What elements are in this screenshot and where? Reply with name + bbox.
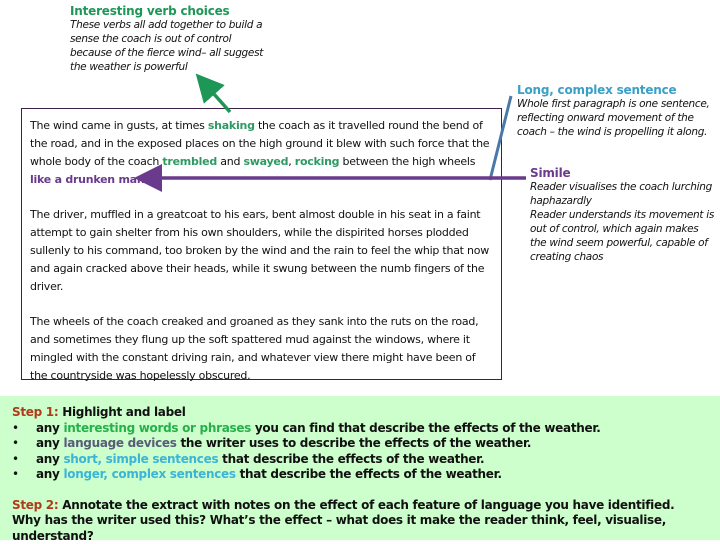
verb-arrow — [205, 84, 230, 112]
highlight-term: language devices — [63, 436, 176, 450]
highlight-term: interesting words or phrases — [63, 421, 251, 435]
text-run: any — [36, 436, 63, 450]
step-2-line-2: Why has the writer used this? What’s the… — [12, 513, 712, 544]
text-run: any — [36, 467, 63, 481]
text-run: you can find that describe the effects o… — [251, 421, 600, 435]
bullet-icon: • — [12, 452, 36, 468]
text-run: any — [36, 421, 63, 435]
text-run: the writer uses to describe the effects … — [177, 436, 532, 450]
bullet-icon: • — [12, 467, 36, 483]
text-run: Annotate the extract with notes on the e… — [58, 498, 674, 512]
step-1-item: • any language devices the writer uses t… — [12, 436, 712, 452]
step-1-item: • any longer, complex sentences that des… — [12, 467, 712, 483]
text-run: any — [36, 452, 63, 466]
step-1-heading: Step 1: Highlight and label — [12, 405, 712, 421]
bullet-icon: • — [12, 421, 36, 437]
bullet-icon: • — [12, 436, 36, 452]
highlight-term: longer, complex sentences — [63, 467, 235, 481]
step-1-item: • any interesting words or phrases you c… — [12, 421, 712, 437]
step-2-label: Step 2: — [12, 498, 58, 512]
long-sentence-line — [490, 96, 511, 180]
text-run: that describe the effects of the weather… — [236, 467, 502, 481]
step-1-item: • any short, simple sentences that descr… — [12, 452, 712, 468]
step-1-title: Highlight and label — [58, 405, 185, 419]
text-run: that describe the effects of the weather… — [218, 452, 484, 466]
annotation-connectors — [0, 0, 720, 400]
step-2: Step 2: Annotate the extract with notes … — [12, 498, 712, 544]
step-1-label: Step 1: — [12, 405, 58, 419]
highlight-term: short, simple sentences — [63, 452, 218, 466]
step-2-line-1: Step 2: Annotate the extract with notes … — [12, 498, 712, 514]
task-instructions-panel: Step 1: Highlight and label • any intere… — [0, 396, 720, 540]
